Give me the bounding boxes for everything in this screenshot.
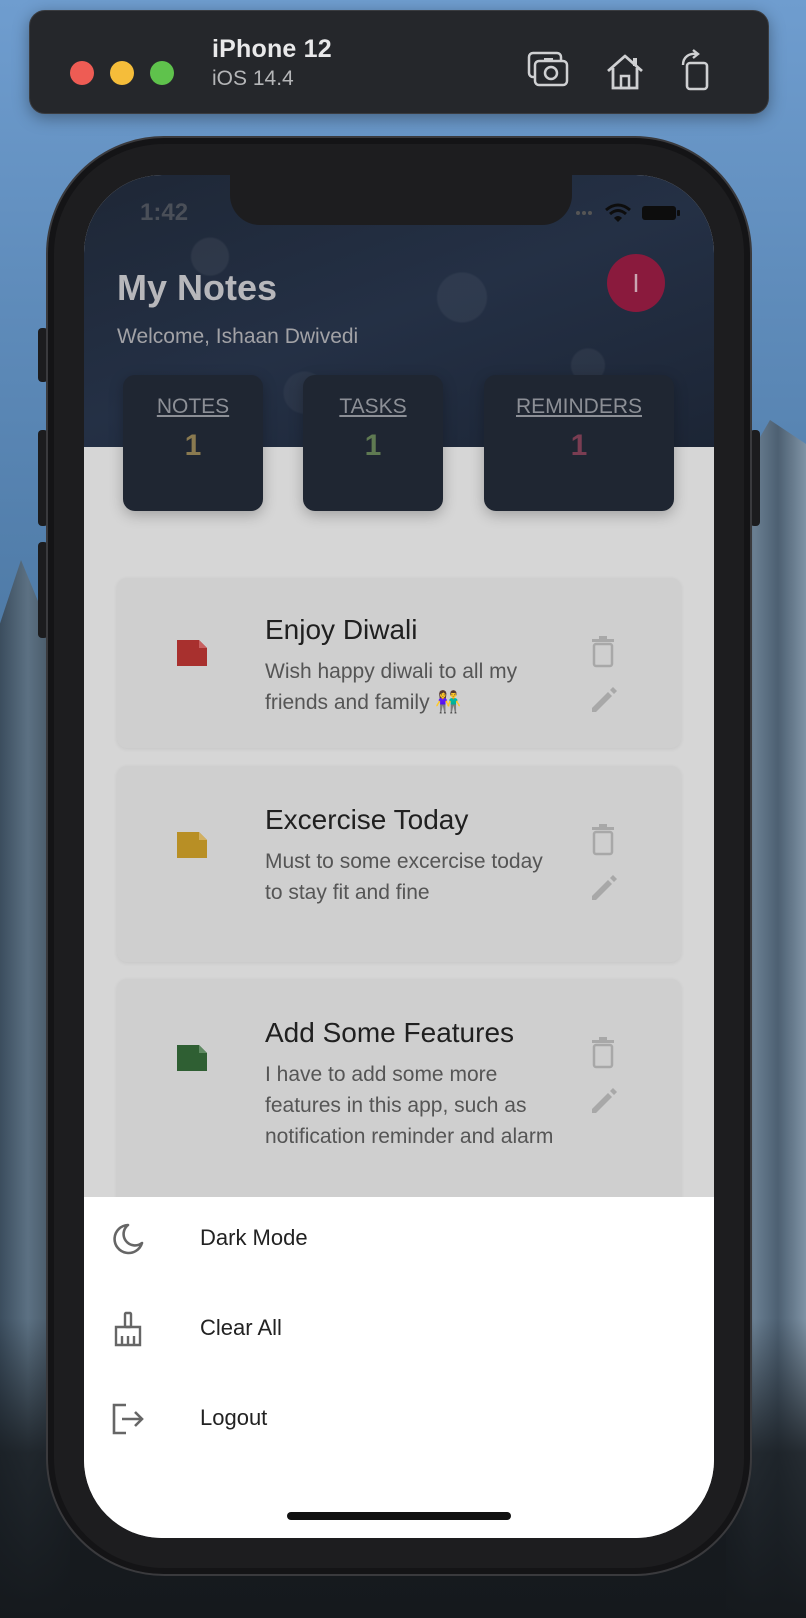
trash-icon	[592, 1037, 614, 1069]
minimize-window-button[interactable]	[110, 61, 134, 85]
status-icons	[574, 201, 684, 225]
edit-note-button[interactable]	[588, 870, 618, 902]
device-name: iPhone 12	[212, 35, 332, 63]
bottom-sheet-menu: Dark Mode Clear All Logout	[84, 1197, 714, 1538]
stat-count-notes: 1	[184, 429, 202, 462]
stat-count-tasks: 1	[364, 429, 382, 462]
home-indicator	[287, 1512, 511, 1520]
note-card[interactable]: Excercise Today Must to some excercise t…	[117, 766, 681, 962]
delete-note-button[interactable]	[588, 636, 618, 668]
note-body: I have to add some more features in this…	[265, 1063, 554, 1148]
menu-item-label: Dark Mode	[200, 1225, 308, 1250]
note-title: Excercise Today	[265, 804, 469, 835]
page-title: My Notes	[117, 267, 278, 308]
broom-icon	[110, 1311, 146, 1347]
note-title: Enjoy Diwali	[265, 614, 418, 645]
note-title: Add Some Features	[265, 1017, 515, 1048]
stat-label-reminders: REMINDERS	[515, 395, 642, 418]
menu-item-label: Logout	[200, 1405, 268, 1430]
os-version: iOS 14.4	[212, 67, 294, 90]
note-icon	[175, 1043, 209, 1073]
welcome-text: Welcome, Ishaan Dwivedi	[117, 325, 359, 348]
wifi-icon	[605, 203, 631, 222]
edit-note-button[interactable]	[588, 682, 618, 714]
delete-note-button[interactable]	[588, 824, 618, 856]
pencil-icon	[592, 1088, 617, 1113]
pencil-icon	[592, 875, 617, 900]
menu-item-label: Clear All	[200, 1315, 282, 1340]
phone-notch	[230, 175, 572, 225]
stat-label-tasks: TASKS	[339, 395, 407, 418]
rotate-button[interactable]	[673, 47, 723, 97]
stat-card-tasks[interactable]: TASKS 1	[303, 375, 443, 511]
trash-icon	[592, 824, 614, 856]
rotate-icon	[681, 49, 709, 91]
logout-icon	[110, 1401, 146, 1437]
camera-icon	[527, 51, 569, 87]
note-body: Wish happy diwali to all my friends and …	[265, 660, 518, 714]
note-icon	[175, 638, 209, 668]
delete-note-button[interactable]	[588, 1037, 618, 1069]
phone-screen: 1:42 My Notes Welcome, Ishaan Dwivedi I	[84, 175, 714, 1538]
home-button[interactable]	[600, 47, 650, 97]
avatar[interactable]: I	[607, 254, 665, 312]
note-body: Must to some excercise today to stay fit…	[265, 850, 543, 904]
battery-icon	[642, 206, 680, 220]
menu-item-clear-all[interactable]: Clear All	[84, 1293, 714, 1365]
status-time: 1:42	[140, 199, 189, 226]
home-icon	[607, 54, 643, 90]
menu-item-logout[interactable]: Logout	[84, 1383, 714, 1455]
trash-icon	[592, 636, 614, 668]
stat-label-notes: NOTES	[156, 395, 230, 418]
edit-note-button[interactable]	[588, 1083, 618, 1115]
pencil-icon	[592, 687, 617, 712]
maximize-window-button[interactable]	[150, 61, 174, 85]
simulator-toolbar: iPhone 12 iOS 14.4	[29, 10, 769, 114]
screenshot-button[interactable]	[523, 47, 573, 97]
stat-card-reminders[interactable]: REMINDERS 1	[484, 375, 674, 511]
close-window-button[interactable]	[70, 61, 94, 85]
note-card[interactable]: Add Some Features I have to add some mor…	[117, 979, 681, 1219]
stat-count-reminders: 1	[570, 429, 588, 462]
note-card[interactable]: Enjoy Diwali Wish happy diwali to all my…	[117, 578, 681, 748]
moon-icon	[110, 1221, 146, 1257]
note-icon	[175, 830, 209, 860]
menu-item-dark-mode[interactable]: Dark Mode	[84, 1203, 714, 1275]
stat-card-notes[interactable]: NOTES 1	[123, 375, 263, 511]
